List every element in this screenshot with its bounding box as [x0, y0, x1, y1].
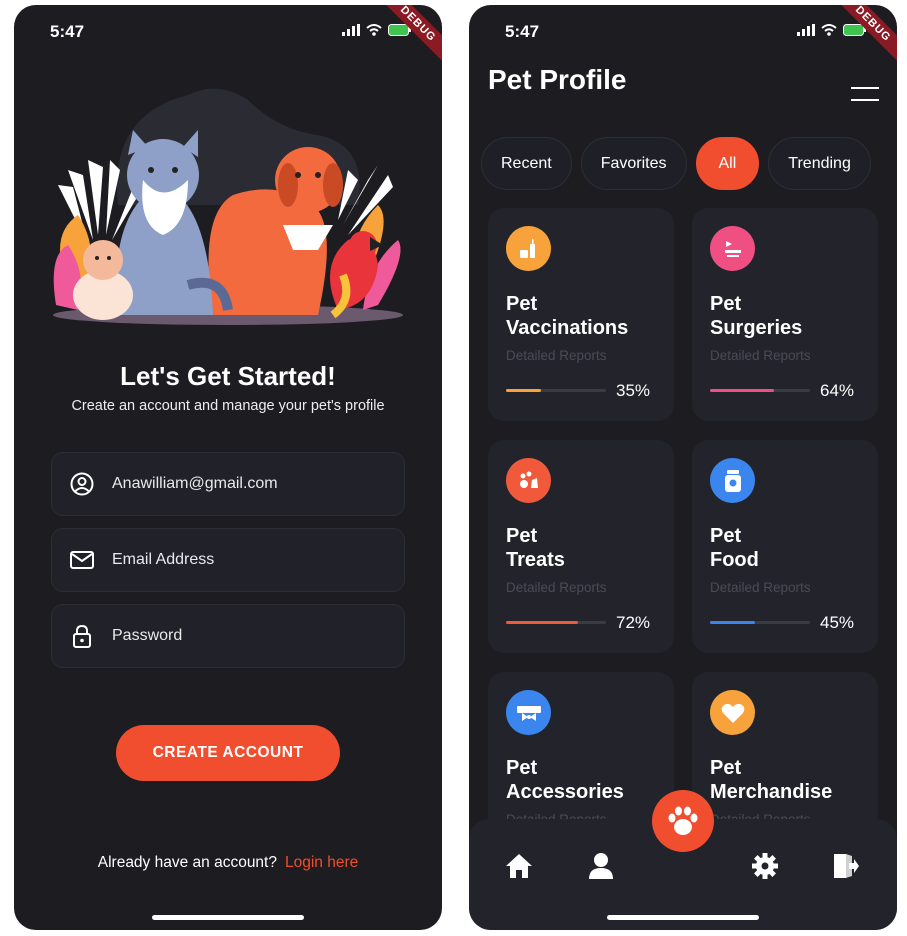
signup-screen: 5:47 DEBUG Let's Get Started! Create an … [14, 5, 442, 930]
create-account-button[interactable]: CREATE ACCOUNT [116, 725, 340, 781]
syringe-icon [506, 226, 551, 271]
heart-icon [710, 690, 755, 735]
card-title-line2: Treats [506, 549, 565, 571]
progress-bar [506, 389, 606, 392]
page-subtitle: Create an account and manage your pet's … [71, 398, 385, 414]
progress-percent: 64% [820, 381, 855, 400]
username-field[interactable]: Anawilliam@gmail.com [51, 452, 405, 516]
card-title-line1: Pet [710, 293, 742, 315]
pet-profile-screen: 5:47 DEBUG Pet Profile Recent Favorites … [469, 5, 897, 930]
progress-bar [506, 621, 606, 624]
username-value: Anawilliam@gmail.com [112, 475, 278, 492]
progress-fill [710, 389, 774, 392]
page-title: Let's Get Started! [120, 361, 336, 391]
settings-icon[interactable] [750, 851, 780, 881]
tab-all[interactable]: All [695, 137, 760, 190]
card-title-line2: Surgeries [710, 317, 803, 339]
card-title-line2: Accessories [506, 781, 624, 803]
card-subtitle: Detailed Reports [710, 580, 811, 595]
profile-icon[interactable] [586, 851, 616, 881]
wifi-icon [821, 24, 837, 36]
card-treats[interactable]: Pet Treats Detailed Reports 72% [488, 440, 674, 653]
card-title-line2: Merchandise [710, 781, 833, 803]
status-bar: 5:47 DEBUG [14, 5, 442, 66]
login-prompt: Already have an account? Login here [14, 854, 442, 872]
email-placeholder: Email Address [112, 551, 215, 568]
card-title-line1: Pet [506, 757, 538, 779]
card-food[interactable]: Pet Food Detailed Reports 45% [692, 440, 878, 653]
card-title-line1: Pet [506, 525, 538, 547]
status-icons [797, 24, 867, 36]
home-indicator [607, 915, 759, 920]
page-title: Pet Profile [488, 64, 627, 95]
home-icon[interactable] [504, 851, 534, 881]
card-title: Pet Food [710, 524, 759, 572]
login-link[interactable]: Login here [285, 854, 358, 871]
signal-icon [797, 24, 815, 36]
tab-favorites[interactable]: Favorites [580, 137, 687, 190]
wifi-icon [366, 24, 382, 36]
login-prompt-text: Already have an account? [97, 854, 277, 871]
lock-icon [52, 624, 112, 648]
card-vaccinations[interactable]: Pet Vaccinations Detailed Reports 35% [488, 208, 674, 421]
status-icons [342, 24, 412, 36]
treats-icon [506, 458, 551, 503]
card-title: Pet Accessories [506, 756, 624, 804]
user-circle-icon [52, 472, 112, 496]
progress-percent: 35% [616, 381, 651, 400]
progress-bar [710, 389, 810, 392]
filter-tabs: Recent Favorites All Trending [481, 137, 871, 191]
tab-recent[interactable]: Recent [481, 137, 572, 190]
card-title-line2: Food [710, 549, 759, 571]
card-surgeries[interactable]: Pet Surgeries Detailed Reports 64% [692, 208, 878, 421]
card-title-line2: Vaccinations [506, 317, 629, 339]
progress-fill [506, 389, 541, 392]
card-subtitle: Detailed Reports [506, 348, 607, 363]
signal-icon [342, 24, 360, 36]
tab-trending[interactable]: Trending [768, 137, 871, 190]
home-indicator [152, 915, 304, 920]
status-time: 5:47 [50, 22, 85, 41]
logout-icon[interactable] [831, 851, 861, 881]
paw-icon[interactable] [652, 790, 714, 852]
status-bar: 5:47 DEBUG [469, 5, 897, 66]
progress-percent: 45% [820, 613, 855, 632]
envelope-icon [52, 550, 112, 570]
progress-fill [506, 621, 578, 624]
card-title: Pet Merchandise [710, 756, 832, 804]
bowtie-icon [506, 690, 551, 735]
status-time: 5:47 [505, 22, 540, 41]
card-title: Pet Surgeries [710, 292, 802, 340]
email-field[interactable]: Email Address [51, 528, 405, 592]
password-field[interactable]: Password [51, 604, 405, 668]
surgery-bed-icon [710, 226, 755, 271]
progress-bar [710, 621, 810, 624]
card-title-line1: Pet [710, 757, 742, 779]
progress-fill [710, 621, 755, 624]
card-title: Pet Vaccinations [506, 292, 628, 340]
food-jar-icon [710, 458, 755, 503]
progress-percent: 72% [616, 613, 651, 632]
password-placeholder: Password [112, 627, 183, 644]
card-title-line1: Pet [506, 293, 538, 315]
pets-illustration [53, 88, 403, 325]
card-subtitle: Detailed Reports [506, 580, 607, 595]
hamburger-menu-icon[interactable] [851, 87, 879, 103]
card-title-line1: Pet [710, 525, 742, 547]
card-title: Pet Treats [506, 524, 565, 572]
card-subtitle: Detailed Reports [710, 348, 811, 363]
